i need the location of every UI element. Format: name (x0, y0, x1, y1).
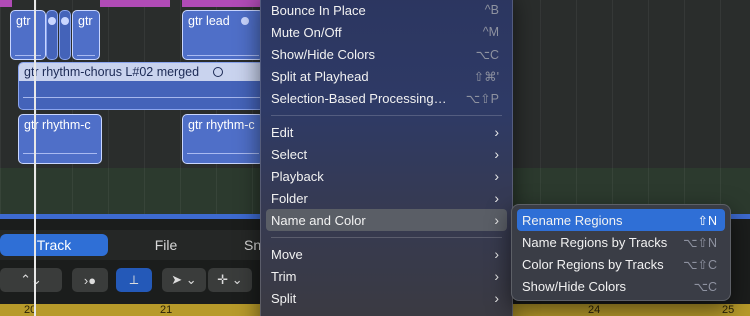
tab-label: File (154, 237, 178, 253)
menu-item-label: Move (271, 246, 303, 262)
chevron-right-icon: › (494, 246, 499, 262)
region-strip[interactable] (100, 0, 170, 7)
menu-item-color-regions-by-tracks[interactable]: Color Regions by Tracks ⌥⇧C (517, 253, 725, 275)
menu-separator (271, 115, 502, 116)
menu-item-name-and-color[interactable]: Name and Color › (266, 209, 507, 231)
chevron-right-icon: › (494, 190, 499, 206)
menu-item-label: Split (271, 290, 297, 306)
region-gtr-rhythm-1[interactable]: gtr rhythm-c (18, 114, 102, 164)
menu-item-label: Playback (271, 168, 324, 184)
region-gtr-lead[interactable]: gtr lead (182, 10, 264, 60)
menu-item-label: Split at Playhead (271, 68, 369, 84)
ruler-label: 25 (722, 304, 735, 316)
menu-item-show-hide-colors[interactable]: Show/Hide Colors ⌥C (517, 275, 725, 297)
chevron-right-icon: › (494, 290, 499, 306)
region-label: gtr (16, 14, 31, 28)
stepper-control[interactable]: ⌃⌄ (0, 268, 62, 292)
region-gtr-rhythm-2[interactable]: gtr rhythm-c (182, 114, 264, 164)
menu-item-rename-regions[interactable]: Rename Regions ⇧N (517, 209, 725, 231)
menu-item-select[interactable]: Select › (266, 143, 507, 165)
ruler-label: 24 (588, 304, 601, 316)
pointer-tool-menu[interactable]: ➤ ⌄ (162, 268, 206, 292)
menu-item-shortcut: ⌥⇧P (465, 91, 499, 106)
menu-item-selection-processing[interactable]: Selection-Based Processing… ⌥⇧P (266, 87, 507, 109)
menu-item-label: Name and Color (271, 212, 366, 228)
menu-item-name-regions-by-tracks[interactable]: Name Regions by Tracks ⌥⇧N (517, 231, 725, 253)
menu-item-shortcut: ⇧N (697, 213, 717, 228)
menu-item-split-at-playhead[interactable]: Split at Playhead ⇧⌘' (266, 65, 507, 87)
menu-item-trim[interactable]: Trim › (266, 265, 507, 287)
chevron-right-icon: › (494, 168, 499, 184)
chevron-right-icon: › (494, 146, 499, 162)
menu-item-folder[interactable]: Folder › (266, 187, 507, 209)
region-header: gtr rhythm-chorus L#02 merged (19, 63, 267, 81)
region-label: gtr rhythm-c (188, 118, 255, 132)
menu-item-shortcut: ⌥C (693, 279, 717, 294)
region-label: gtr rhythm-chorus L#02 merged (24, 65, 200, 79)
menu-item-move[interactable]: Move › (266, 243, 507, 265)
region-small[interactable] (59, 10, 71, 60)
region-gtr-2[interactable]: gtr (72, 10, 100, 60)
region-strip[interactable] (182, 0, 260, 7)
ruler-label: 21 (160, 304, 173, 316)
name-and-color-submenu: Rename Regions ⇧N Name Regions by Tracks… (511, 204, 731, 301)
menu-item-shortcut: ⌥C (475, 47, 499, 62)
menu-item-label: Mute On/Off (271, 24, 342, 40)
menu-item-edit[interactable]: Edit › (266, 121, 507, 143)
secondary-tool-menu[interactable]: ✛ ⌄ (208, 268, 252, 292)
tab-smart-tempo[interactable]: Sn (224, 234, 262, 256)
region-strip[interactable] (0, 0, 12, 7)
menu-item-label: Show/Hide Colors (522, 278, 627, 294)
region-label: gtr (78, 14, 93, 28)
menu-separator (271, 237, 502, 238)
playhead[interactable] (34, 0, 36, 316)
menu-item-label: Edit (271, 124, 294, 140)
flex-button[interactable]: ⟂ (116, 268, 152, 292)
region-gtr-1[interactable]: gtr (10, 10, 46, 60)
menu-item-split[interactable]: Split › (266, 287, 507, 309)
menu-item-shortcut: ⌥⇧C (683, 257, 717, 272)
loop-icon (213, 67, 223, 77)
menu-item-label: Folder (271, 190, 308, 206)
editor-tabs: Track File Sn (0, 230, 262, 260)
tab-track[interactable]: Track (0, 234, 108, 256)
menu-item-label: Selection-Based Processing… (271, 90, 447, 106)
menu-item-shortcut: ⇧⌘' (473, 69, 499, 84)
menu-item-label: Color Regions by Tracks (522, 256, 664, 272)
catch-button[interactable]: ›● (72, 268, 108, 292)
menu-item-label: Name Regions by Tracks (522, 234, 668, 250)
menu-item-label: Show/Hide Colors (271, 46, 376, 62)
menu-item-label: Select (271, 146, 308, 162)
tab-file[interactable]: File (112, 234, 220, 256)
menu-item-bounce-in-place[interactable]: Bounce In Place ^B (266, 0, 507, 21)
chevron-right-icon: › (494, 212, 499, 228)
menu-item-label: Trim (271, 268, 297, 284)
menu-item-shortcut: ^B (484, 3, 499, 17)
region-merged[interactable]: gtr rhythm-chorus L#02 merged (18, 62, 268, 110)
tab-label: Track (36, 237, 72, 253)
context-menu: Bounce In Place ^B Mute On/Off ^M Show/H… (260, 0, 513, 316)
region-small[interactable] (46, 10, 58, 60)
chevron-right-icon: › (494, 268, 499, 284)
region-label: gtr lead (188, 14, 230, 28)
menu-item-label: Rename Regions (522, 212, 623, 228)
menu-item-shortcut: ⌥⇧N (683, 235, 717, 250)
chevron-right-icon: › (494, 124, 499, 140)
menu-item-label: Bounce In Place (271, 2, 366, 18)
menu-item-shortcut: ^M (482, 25, 499, 39)
editor-toolbar: ⌃⌄ ›● ⟂ ➤ ⌄ ✛ ⌄ (0, 268, 260, 294)
tab-label: Sn (244, 237, 262, 253)
menu-item-mute[interactable]: Mute On/Off ^M (266, 21, 507, 43)
menu-item-playback[interactable]: Playback › (266, 165, 507, 187)
menu-item-show-hide-colors[interactable]: Show/Hide Colors ⌥C (266, 43, 507, 65)
